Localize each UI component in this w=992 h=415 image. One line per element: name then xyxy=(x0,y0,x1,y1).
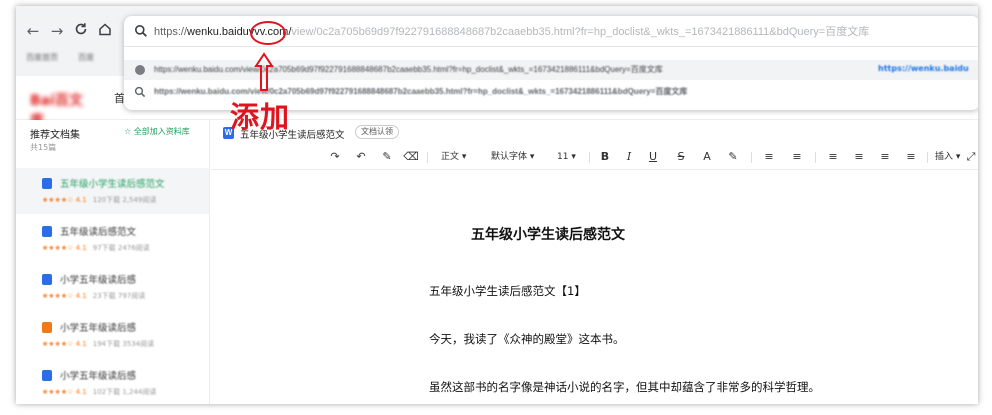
document-icon xyxy=(42,226,52,237)
sidebar-doc-title: 小学五年级读后感 xyxy=(60,371,137,382)
ordered-list-icon[interactable]: ≡ xyxy=(825,149,841,165)
sidebar-doc-meta: ★★★★☆ 4.1 97下载 2476阅读 xyxy=(42,243,150,253)
globe-icon xyxy=(135,65,145,75)
sidebar-title: 推荐文档集 xyxy=(30,130,80,141)
sidebar-doc-item[interactable]: 五年级小学生读后感范文 ★★★★☆ 4.1 120下载 2,549阅读 xyxy=(16,168,209,214)
bookmark-item[interactable]: 百度 xyxy=(78,52,94,64)
document-heading: 五年级小学生读后感范文 xyxy=(471,227,625,243)
sidebar-doc-meta: ★★★★☆ 4.1 102下载 1,244阅读 xyxy=(42,387,156,397)
doc-stats: 194下载 3534阅读 xyxy=(92,340,155,348)
sidebar-doc-meta: ★★★★☆ 4.1 23下载 797阅读 xyxy=(42,291,145,301)
annotation-label: 添加 xyxy=(230,100,291,134)
bookmark-item[interactable]: 百度首页 xyxy=(26,52,58,64)
document-icon xyxy=(42,370,52,381)
indent-icon[interactable]: ≡ xyxy=(877,149,893,165)
paragraph-style-label: 正文 xyxy=(441,152,460,162)
redo-icon[interactable]: ↷ xyxy=(327,149,343,165)
fullscreen-icon[interactable]: ⤢ xyxy=(963,149,978,165)
highlight-icon[interactable]: ✎ xyxy=(725,149,741,165)
line-spacing-icon[interactable]: ≡ xyxy=(789,149,805,165)
strikethrough-button[interactable]: S xyxy=(673,149,689,165)
editor-toolbar: ↷ ↶ ✎ ⌫ 正文 ▾ 默认字体 ▾ 11 ▾ B I U S A ✎ ≡ ≡… xyxy=(211,144,978,170)
sidebar-doc-title: 五年级读后感范文 xyxy=(60,227,137,238)
url-path: view/0c2a705b69d97f922791688848687b2caae… xyxy=(291,26,870,38)
add-all-label: 全部加入资料库 xyxy=(133,127,190,136)
sidebar-doc-meta: ★★★★☆ 4.1 120下载 2,549阅读 xyxy=(42,195,156,205)
insert-label: 插入 xyxy=(935,152,954,162)
document-icon xyxy=(42,178,52,189)
arrow-right-icon[interactable]: → xyxy=(48,22,66,40)
sidebar-doc-item[interactable]: 小学五年级读后感 ★★★★☆ 4.1 23下载 797阅读 xyxy=(16,264,209,310)
claim-document-button[interactable]: 文档认领 xyxy=(355,125,399,139)
paragraph-style-select[interactable]: 正文 ▾ xyxy=(441,149,466,165)
document-paragraph: 今天，我读了《众神的殿堂》这本书。 xyxy=(429,332,625,346)
font-family-label: 默认字体 xyxy=(491,152,528,162)
suggestion-text: https://wenku.baidu.com/view/0c2a705b69d… xyxy=(154,65,663,74)
document-content[interactable]: 五年级小学生读后感范文 五年级小学生读后感范文【1】 今天，我读了《众神的殿堂》… xyxy=(211,171,978,404)
font-family-select[interactable]: 默认字体 ▾ xyxy=(491,149,534,165)
divider xyxy=(427,152,428,163)
home-icon[interactable] xyxy=(96,22,114,40)
rating: ★★★★☆ 4.1 xyxy=(42,244,87,252)
browser-window: ← → 百度首页 百度 Bai百文库 首 https://wenku.baidu… xyxy=(16,6,978,404)
doc-stats: 97下载 2476阅读 xyxy=(92,244,150,252)
doc-stats: 102下载 1,244阅读 xyxy=(92,388,157,396)
bullet-list-icon[interactable]: ≡ xyxy=(851,149,867,165)
font-size-select[interactable]: 11 ▾ xyxy=(557,149,576,165)
divider xyxy=(815,152,816,163)
format-painter-icon[interactable]: ✎ xyxy=(379,149,395,165)
rating: ★★★★☆ 4.1 xyxy=(42,340,87,348)
sidebar-doc-title: 五年级小学生读后感范文 xyxy=(60,179,165,190)
annotation-circle xyxy=(250,21,286,45)
sidebar-count: 共15篇 xyxy=(30,143,57,152)
divider xyxy=(589,152,590,163)
add-icon: ☆ xyxy=(124,127,132,136)
divider xyxy=(751,152,752,163)
search-icon xyxy=(134,86,146,98)
site-logo[interactable]: Bai百文库 xyxy=(30,90,92,129)
doc-stats: 23下载 797阅读 xyxy=(92,292,146,300)
recommended-sidebar: 推荐文档集 共15篇 ☆ 全部加入资料库 五年级小学生读后感范文 ★★★★☆ 4.… xyxy=(16,120,210,404)
divider xyxy=(124,46,978,47)
divider xyxy=(927,152,928,163)
url-protocol: https:// xyxy=(154,26,188,38)
eraser-icon[interactable]: ⌫ xyxy=(403,149,419,165)
font-size-label: 11 xyxy=(557,152,569,162)
document-paragraph: 虽然这部书的名字像是神话小说的名字，但其中却蕴含了非常多的科学哲理。 xyxy=(429,380,820,394)
sidebar-doc-item[interactable]: 五年级读后感范文 ★★★★☆ 4.1 97下载 2476阅读 xyxy=(16,216,209,262)
add-all-button[interactable]: ☆ 全部加入资料库 xyxy=(124,126,190,137)
sidebar-doc-item[interactable]: 小学五年级读后感 ★★★★☆ 4.1 194下载 3534阅读 xyxy=(16,312,209,358)
insert-menu[interactable]: 插入 ▾ xyxy=(935,149,960,165)
arrow-up-icon xyxy=(254,52,274,91)
suggestion-item[interactable]: https://wenku.baidu.com/view/0c2a705b69d… xyxy=(124,60,978,80)
arrow-left-icon[interactable]: ← xyxy=(24,22,42,40)
reload-icon[interactable] xyxy=(72,22,90,40)
sidebar-doc-item[interactable]: 小学五年级读后感 ★★★★☆ 4.1 102下载 1,244阅读 xyxy=(16,360,209,404)
bold-button[interactable]: B xyxy=(597,149,613,165)
document-paragraph: 五年级小学生读后感范文【1】 xyxy=(429,284,586,298)
doc-stats: 120下载 2,549阅读 xyxy=(92,196,157,204)
document-title-bar: W 五年级小学生读后感范文 文档认领 xyxy=(211,120,978,142)
underline-button[interactable]: U xyxy=(645,149,661,165)
rating: ★★★★☆ 4.1 xyxy=(42,388,87,396)
sidebar-doc-title: 小学五年级读后感 xyxy=(60,275,137,286)
undo-icon[interactable]: ↶ xyxy=(353,149,369,165)
document-icon xyxy=(42,322,52,333)
document-icon xyxy=(42,274,52,285)
rating: ★★★★☆ 4.1 xyxy=(42,292,87,300)
sidebar-doc-meta: ★★★★☆ 4.1 194下载 3534阅读 xyxy=(42,339,154,349)
rating: ★★★★☆ 4.1 xyxy=(42,196,87,204)
outdent-icon[interactable]: ≡ xyxy=(903,149,919,165)
align-icon[interactable]: ≡ xyxy=(761,149,777,165)
sidebar-doc-title: 小学五年级读后感 xyxy=(60,323,137,334)
bookmarks-bar: 百度首页 百度 xyxy=(16,46,126,70)
suggestion-link[interactable]: https://wenku.baidu xyxy=(878,64,969,73)
search-icon xyxy=(135,25,147,37)
italic-button[interactable]: I xyxy=(621,149,637,165)
font-color-button[interactable]: A xyxy=(699,149,715,165)
